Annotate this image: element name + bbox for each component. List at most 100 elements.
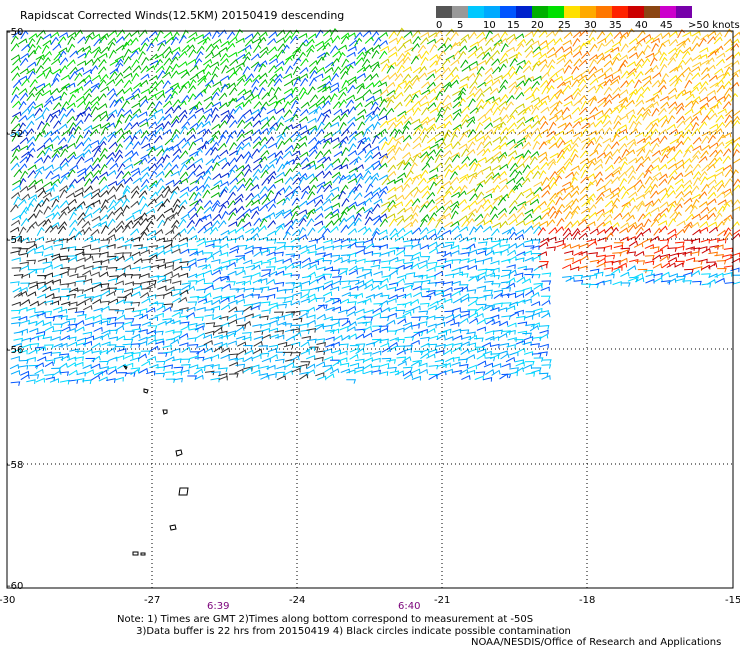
wind-barb — [27, 61, 37, 69]
wind-barb — [469, 80, 478, 89]
wind-barb — [91, 33, 101, 40]
wind-barb — [21, 43, 31, 52]
wind-barb — [354, 164, 364, 171]
wind-barb — [98, 376, 108, 382]
wind-barb — [651, 156, 661, 164]
wind-barb — [435, 66, 445, 73]
wind-barb — [91, 46, 102, 54]
legend-label: 10 — [483, 20, 496, 31]
wind-barb — [715, 58, 725, 67]
wind-barb — [411, 43, 420, 52]
legend-label: 0 — [436, 20, 443, 31]
wind-barb — [220, 304, 231, 311]
wind-barb — [691, 42, 700, 52]
wind-barb — [418, 259, 428, 265]
wind-barb — [179, 342, 189, 347]
wind-barb — [594, 119, 604, 128]
wind-barb — [12, 57, 22, 66]
wind-barb — [218, 375, 228, 381]
wind-barb — [163, 271, 173, 277]
wind-barb — [218, 134, 227, 144]
wind-barb — [205, 101, 214, 110]
wind-barb — [474, 129, 484, 138]
wind-barb — [324, 66, 334, 74]
wind-barb — [155, 294, 165, 299]
wind-barb — [180, 358, 191, 364]
wind-barb — [18, 364, 29, 370]
wind-barb — [290, 211, 299, 221]
wind-barb — [137, 308, 148, 313]
wind-barb — [461, 247, 472, 252]
wind-barb — [378, 235, 389, 241]
wind-barb — [467, 98, 476, 108]
wind-barb — [99, 163, 108, 173]
wind-barb — [562, 192, 572, 200]
wind-barb — [597, 73, 607, 80]
wind-barb — [242, 44, 252, 51]
wind-barb — [265, 293, 276, 299]
wind-barb — [34, 170, 43, 179]
wind-barb — [683, 190, 693, 198]
wind-barb — [581, 51, 590, 59]
wind-barb — [290, 300, 300, 306]
wind-barb — [92, 114, 102, 122]
wind-barb — [443, 286, 453, 293]
wind-barb — [189, 295, 200, 301]
wind-barb — [578, 59, 588, 68]
wind-barb — [674, 172, 684, 180]
wind-barb — [683, 115, 693, 124]
wind-barb — [633, 79, 642, 89]
wind-barb — [668, 30, 678, 38]
wind-barb — [187, 261, 197, 268]
wind-barb — [595, 196, 604, 205]
wind-barb — [258, 143, 268, 152]
wind-barb — [268, 31, 278, 39]
legend-label: 20 — [531, 20, 544, 31]
wind-barb — [420, 214, 430, 222]
wind-barb — [412, 291, 423, 298]
wind-barb — [658, 163, 668, 171]
wind-barb — [315, 245, 325, 251]
wind-barb — [340, 157, 349, 166]
wind-barb — [202, 292, 212, 299]
wind-barb — [300, 289, 311, 294]
wind-barb — [298, 363, 308, 369]
wind-barb — [284, 29, 293, 39]
wind-barb — [562, 114, 572, 121]
wind-barb — [66, 108, 75, 117]
wind-barb — [645, 278, 655, 284]
wind-barb — [347, 227, 357, 236]
wind-barb — [123, 79, 132, 88]
wind-barb — [417, 177, 427, 186]
wind-barb — [181, 346, 191, 353]
wind-barb — [522, 65, 532, 73]
wind-barb — [44, 361, 54, 368]
wind-barb — [84, 255, 94, 262]
wind-barb — [299, 77, 309, 87]
wind-barb — [674, 262, 684, 268]
wind-barb — [300, 101, 310, 109]
wind-barb — [562, 84, 571, 94]
wind-barb — [333, 150, 343, 158]
wind-barb — [561, 80, 572, 86]
wind-barb — [314, 40, 325, 47]
wind-barb — [27, 70, 36, 80]
wind-barb — [260, 374, 270, 380]
wind-barb — [178, 236, 188, 243]
wind-barb — [603, 107, 613, 116]
wind-barb — [155, 372, 166, 378]
wind-barb — [141, 56, 150, 66]
wind-barb — [570, 176, 578, 186]
wind-barb — [563, 31, 573, 39]
wind-barb — [317, 375, 327, 381]
wind-barb — [20, 374, 30, 381]
wind-barb — [43, 137, 53, 145]
wind-barb — [674, 203, 683, 212]
wind-barb — [652, 171, 662, 179]
wind-barb — [212, 213, 222, 221]
wind-barb — [573, 99, 583, 107]
wind-barb — [52, 120, 62, 129]
wind-barb — [189, 351, 200, 356]
wind-barb — [450, 249, 460, 255]
wind-barb — [117, 194, 127, 201]
